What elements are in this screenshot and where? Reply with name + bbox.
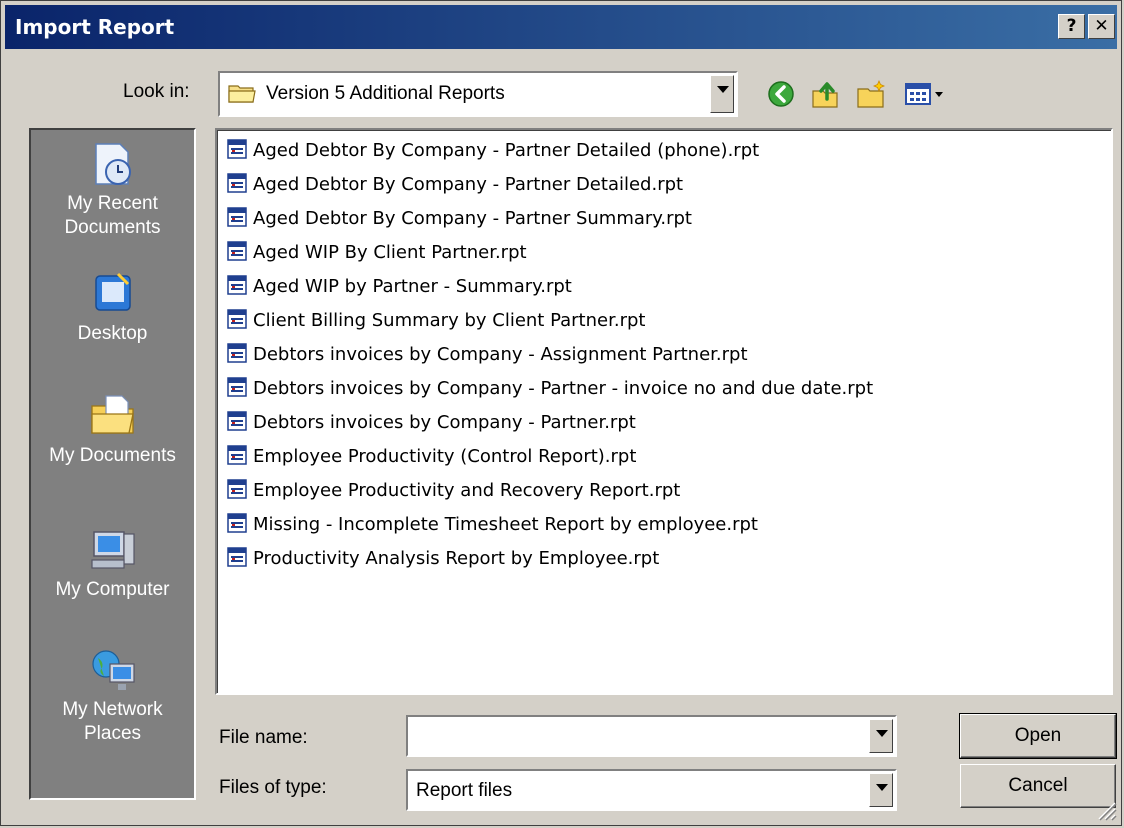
file-list[interactable]: Aged Debtor By Company - Partner Detaile…	[215, 128, 1113, 695]
report-file-icon	[227, 343, 247, 363]
report-file-icon	[227, 207, 247, 227]
file-item[interactable]: Aged WIP by Partner - Summary.rpt	[227, 270, 572, 304]
open-button[interactable]: Open	[959, 713, 1117, 759]
files-of-type-dropdown[interactable]: Report files	[406, 769, 897, 811]
file-name: Debtors invoices by Company - Partner.rp…	[253, 412, 636, 433]
place-my-recent-documents[interactable]: My Recent Documents	[31, 140, 194, 240]
my-computer-icon	[90, 531, 135, 569]
file-name-label: File name:	[219, 727, 308, 748]
file-name: Employee Productivity (Control Report).r…	[253, 446, 637, 467]
files-of-type-label: Files of type:	[219, 777, 327, 798]
file-item[interactable]: Debtors invoices by Company - Assignment…	[227, 338, 748, 372]
file-name: Employee Productivity and Recovery Repor…	[253, 480, 681, 501]
window-title: Import Report	[15, 15, 175, 39]
report-file-icon	[227, 479, 247, 499]
report-file-icon	[227, 173, 247, 193]
place-label: My Computer	[55, 579, 170, 600]
file-item[interactable]: Aged Debtor By Company - Partner Detaile…	[227, 168, 683, 202]
places-bar: My Recent Documents Desktop My Documents	[29, 128, 196, 800]
up-folder-icon[interactable]	[809, 77, 841, 111]
file-name: Aged Debtor By Company - Partner Summary…	[253, 208, 692, 229]
my-documents-icon	[90, 395, 134, 434]
chevron-down-icon[interactable]	[710, 75, 734, 113]
network-places-icon	[91, 650, 135, 690]
import-report-dialog: Import Report ? ✕ Look in: Version 5 Add…	[0, 0, 1122, 826]
folder-icon	[228, 85, 256, 103]
resize-grip-icon[interactable]	[1095, 799, 1117, 821]
file-item[interactable]: Aged WIP By Client Partner.rpt	[227, 236, 527, 270]
file-item[interactable]: Debtors invoices by Company - Partner.rp…	[227, 406, 636, 440]
file-item[interactable]: Aged Debtor By Company - Partner Detaile…	[227, 134, 759, 168]
file-item[interactable]: Productivity Analysis Report by Employee…	[227, 542, 659, 576]
report-file-icon	[227, 411, 247, 431]
place-my-network-places[interactable]: My Network Places	[31, 646, 194, 746]
file-name: Debtors invoices by Company - Partner - …	[253, 378, 874, 399]
place-my-documents[interactable]: My Documents	[31, 392, 194, 468]
report-file-icon	[227, 377, 247, 397]
file-name: Missing - Incomplete Timesheet Report by…	[253, 514, 758, 535]
file-name: Aged WIP by Partner - Summary.rpt	[253, 276, 572, 297]
view-menu-icon[interactable]	[903, 77, 951, 111]
file-name: Aged Debtor By Company - Partner Detaile…	[253, 174, 684, 195]
place-label: My Network	[62, 699, 163, 720]
file-name-input[interactable]	[406, 715, 897, 757]
title-bar[interactable]: Import Report ? ✕	[5, 5, 1117, 49]
file-item[interactable]: Client Billing Summary by Client Partner…	[227, 304, 645, 338]
report-file-icon	[227, 547, 247, 567]
place-label: Desktop	[77, 323, 148, 344]
file-name: Client Billing Summary by Client Partner…	[253, 310, 646, 331]
file-item[interactable]: Debtors invoices by Company - Partner - …	[227, 372, 873, 406]
place-my-computer[interactable]: My Computer	[31, 526, 194, 602]
file-item[interactable]: Employee Productivity and Recovery Repor…	[227, 474, 680, 508]
report-file-icon	[227, 241, 247, 261]
place-label: Documents	[64, 217, 161, 238]
report-file-icon	[227, 513, 247, 533]
file-name: Aged WIP By Client Partner.rpt	[253, 242, 527, 263]
report-file-icon	[227, 139, 247, 159]
recent-documents-icon	[94, 143, 131, 185]
help-button[interactable]: ?	[1058, 14, 1085, 39]
new-folder-icon[interactable]	[855, 77, 887, 111]
file-name: Debtors invoices by Company - Assignment…	[253, 344, 748, 365]
chevron-down-icon[interactable]	[869, 773, 893, 807]
chevron-down-icon[interactable]	[869, 719, 893, 753]
place-label: My Documents	[49, 445, 176, 466]
desktop-icon	[94, 272, 131, 311]
place-label: Places	[83, 723, 142, 744]
file-name: Productivity Analysis Report by Employee…	[253, 548, 660, 569]
file-item[interactable]: Employee Productivity (Control Report).r…	[227, 440, 636, 474]
place-desktop[interactable]: Desktop	[31, 270, 194, 346]
look-in-label: Look in:	[123, 81, 190, 102]
close-button[interactable]: ✕	[1088, 14, 1115, 39]
report-file-icon	[227, 309, 247, 329]
place-label: My Recent	[67, 193, 158, 214]
look-in-value: Version 5 Additional Reports	[266, 83, 505, 104]
report-file-icon	[227, 275, 247, 295]
look-in-dropdown[interactable]: Version 5 Additional Reports	[218, 71, 738, 117]
back-icon[interactable]	[765, 77, 797, 111]
report-file-icon	[227, 445, 247, 465]
cancel-button[interactable]: Cancel	[960, 764, 1116, 808]
files-of-type-value: Report files	[416, 780, 513, 801]
file-item[interactable]: Missing - Incomplete Timesheet Report by…	[227, 508, 758, 542]
file-item[interactable]: Aged Debtor By Company - Partner Summary…	[227, 202, 692, 236]
file-name: Aged Debtor By Company - Partner Detaile…	[253, 140, 760, 161]
